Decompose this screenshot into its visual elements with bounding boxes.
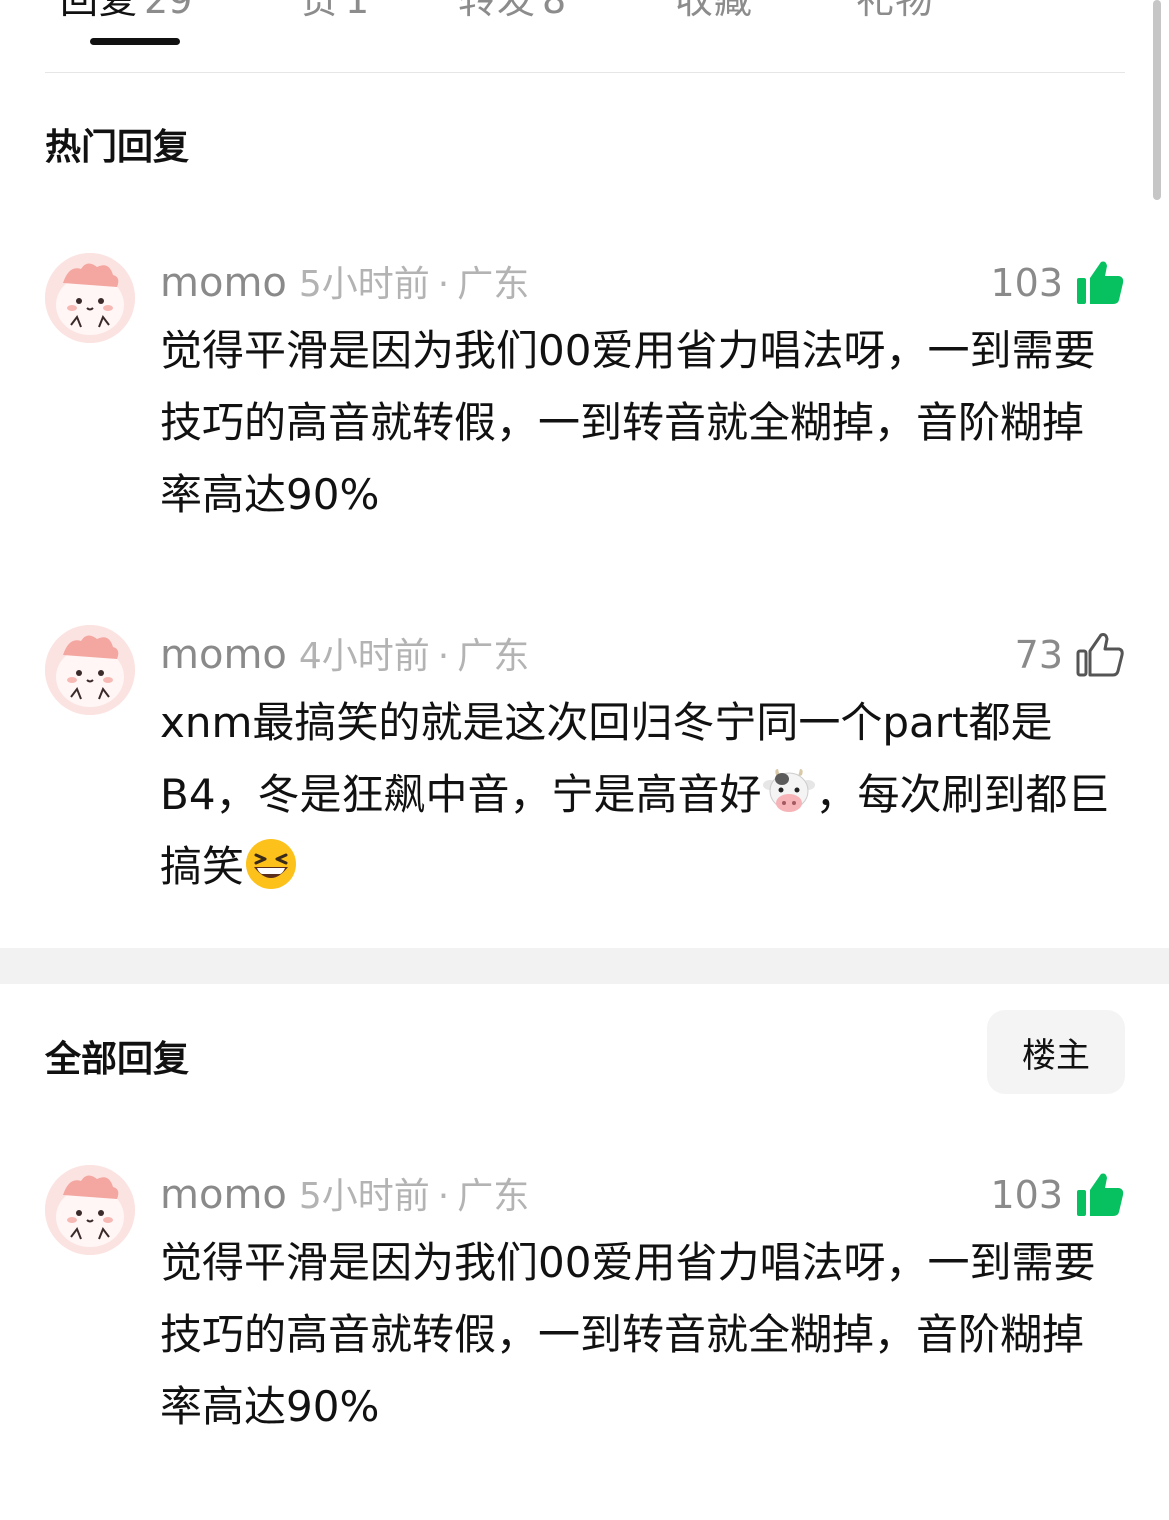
grinning-squinting-face-emoji <box>246 839 297 889</box>
comment-meta: momo 5小时前 · 广东 <box>160 255 529 311</box>
comment-item: momo 4小时前 · 广东 73 xnm最搞笑的就是这次回归冬宁同一个part都是B… <box>0 625 1169 925</box>
avatar-image <box>45 1165 135 1255</box>
meta-separator: · <box>437 264 450 305</box>
like-count: 103 <box>990 261 1063 305</box>
tab-replies[interactable]: 回复 29 <box>60 0 192 28</box>
comment-text: 觉得平滑是因为我们00爱用省力唱法呀，一到需要技巧的高音就转假，一到转音就全糊掉… <box>160 1238 1096 1431</box>
like-count: 73 <box>1014 633 1063 677</box>
cow-face-emoji <box>762 769 815 812</box>
active-tab-indicator <box>90 38 180 45</box>
tab-likes[interactable]: 赞1 <box>300 0 369 28</box>
comment-author[interactable]: momo <box>160 260 287 306</box>
scrollbar[interactable] <box>1153 0 1161 200</box>
comment-author[interactable]: momo <box>160 1172 287 1218</box>
comment-region: 广东 <box>457 1176 530 1217</box>
like-button[interactable]: 103 <box>990 253 1125 313</box>
hot-replies-title: 热门回复 <box>45 127 190 168</box>
avatar[interactable] <box>45 625 135 715</box>
comment-text: 觉得平滑是因为我们00爱用省力唱法呀，一到需要技巧的高音就转假，一到转音就全糊掉… <box>160 326 1096 519</box>
like-button[interactable]: 103 <box>990 1165 1125 1225</box>
all-replies-title: 全部回复 <box>45 1039 190 1080</box>
tabs-divider <box>45 72 1125 73</box>
like-button[interactable]: 73 <box>1015 625 1125 685</box>
comment-meta: momo 4小时前 · 广东 <box>160 627 529 683</box>
comment-time: 5小时前 <box>298 1176 430 1217</box>
comment-time: 4小时前 <box>298 636 430 677</box>
comment-text: xnm最搞笑的就是这次回归冬宁同一个part都是B4，冬是狂飙中音，宁是高音好，… <box>160 698 1110 891</box>
section-divider <box>0 948 1169 984</box>
avatar-image <box>45 625 135 715</box>
comment-time: 5小时前 <box>298 264 430 305</box>
meta-separator: · <box>437 636 450 677</box>
comment-item: momo 5小时前 · 广东 103 觉得平滑是因为我们00爱用省力唱法呀，一到需要技… <box>0 253 1169 553</box>
thumbs-up-filled-icon <box>1077 261 1124 304</box>
tab-bar: 回复 29 赞1 转发 8 收藏 礼物 <box>0 0 1169 72</box>
avatar[interactable] <box>45 253 135 343</box>
comment-meta: momo 5小时前 · 广东 <box>160 1167 529 1223</box>
thumbs-up-outline-icon <box>1076 633 1124 677</box>
meta-separator: · <box>437 1176 450 1217</box>
tab-gifts[interactable]: 礼物 <box>856 0 934 28</box>
tab-favorites[interactable]: 收藏 <box>675 0 753 28</box>
avatar[interactable] <box>45 1165 135 1255</box>
comment-item: momo 5小时前 · 广东 103 觉得平滑是因为我们00爱用省力唱法呀，一到需要技… <box>0 1165 1169 1465</box>
thumbs-up-filled-icon <box>1077 1173 1124 1216</box>
comment-author[interactable]: momo <box>160 632 287 678</box>
comment-region: 广东 <box>457 264 530 305</box>
avatar-image <box>45 253 135 343</box>
op-only-filter-button[interactable]: 楼主 <box>987 1010 1125 1094</box>
tab-reposts[interactable]: 转发 8 <box>458 0 566 28</box>
like-count: 103 <box>990 1173 1063 1217</box>
comment-region: 广东 <box>457 636 530 677</box>
